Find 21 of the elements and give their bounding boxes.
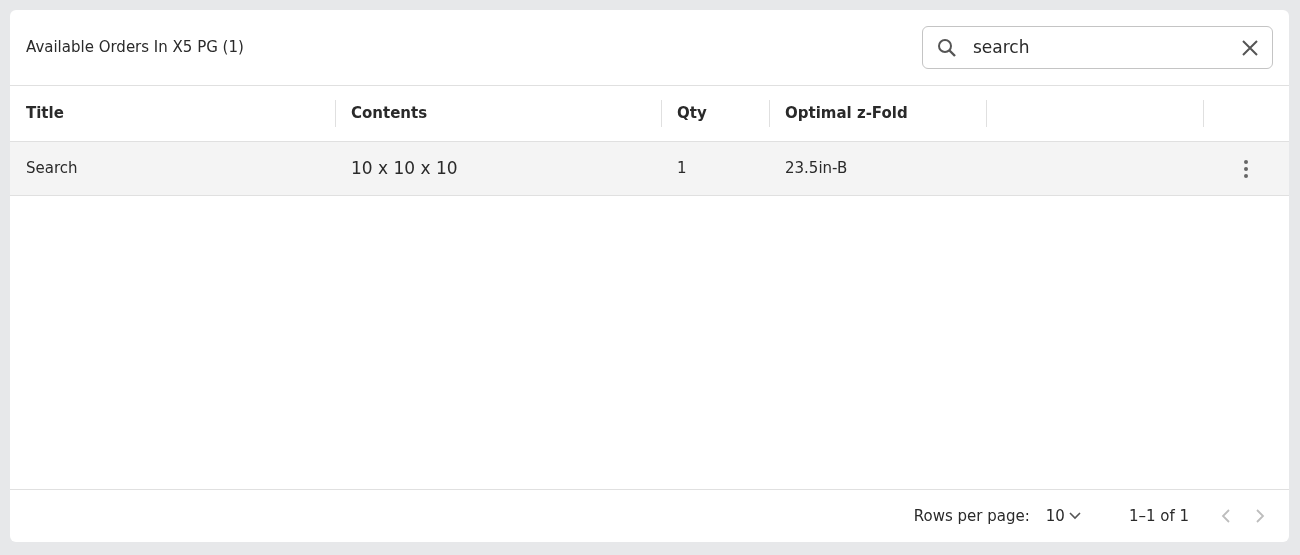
table-cell-text: 10 x 10 x 10 [351, 156, 458, 180]
rows-per-page-select[interactable]: 10 [1045, 504, 1081, 528]
table-cell-text: 23.5in-B [785, 158, 848, 180]
column-header[interactable]: Qty [677, 102, 707, 125]
chevron-left-icon [1221, 508, 1231, 525]
close-icon[interactable] [1242, 39, 1258, 56]
table-cell-text: 1 [677, 158, 687, 180]
column-header[interactable]: Title [26, 102, 64, 125]
column-header[interactable]: Contents [351, 102, 428, 125]
table-cell-text: Search [26, 158, 78, 180]
page-range: 1–1 of 1 [1128, 505, 1189, 527]
rows-per-page-label: Rows per page: [913, 505, 1030, 527]
chevron-right-icon [1255, 508, 1265, 525]
search-input[interactable]: search [973, 34, 1226, 61]
column-header[interactable]: Optimal z-Fold [785, 102, 908, 125]
more-options-icon[interactable] [1243, 158, 1249, 179]
caret-icon [1068, 512, 1081, 520]
search-field[interactable]: search [922, 26, 1273, 69]
table-row[interactable]: Search 10 x 10 x 10 1 23.5in-B [10, 142, 1289, 196]
panel-title: Available Orders In X5 PG (1) [26, 37, 244, 59]
search-icon [937, 37, 957, 58]
